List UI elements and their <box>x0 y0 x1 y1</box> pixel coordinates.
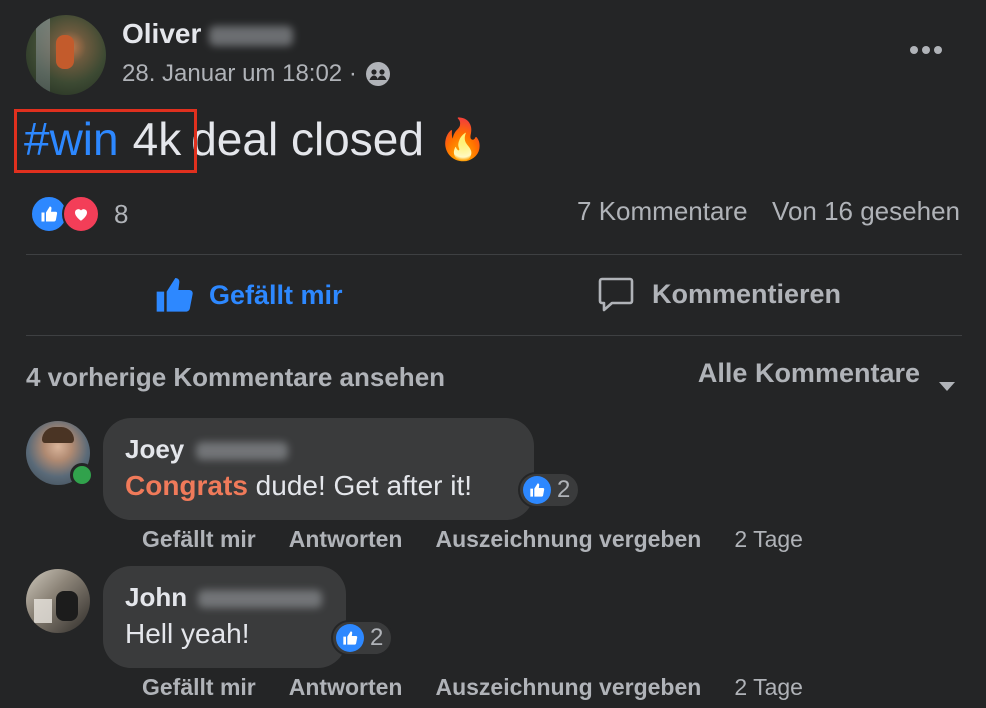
like-reaction-icon <box>336 624 364 652</box>
thumbs-up-icon <box>155 275 195 315</box>
post-timestamp[interactable]: 28. Januar um 18:02 · <box>122 60 357 88</box>
post-text: #win 4k deal closed 🔥 <box>14 109 488 173</box>
comment-age[interactable]: 2 Tage <box>734 526 803 553</box>
comment-like-badge[interactable]: 2 <box>331 620 394 656</box>
comment-like-count: 2 <box>557 476 571 503</box>
commenter-name[interactable]: Joey <box>125 434 288 465</box>
fire-emoji: 🔥 <box>437 117 488 162</box>
comments-filter-label: Alle Kommentare <box>697 358 920 388</box>
commenter-last-name-redacted <box>195 442 288 461</box>
comment-bubble-icon <box>598 275 634 313</box>
post-stats: 7 Kommentare Von 16 gesehen <box>577 196 960 227</box>
friends-icon <box>365 61 391 87</box>
view-previous-comments-link[interactable]: 4 vorherige Kommentare ansehen <box>26 362 445 393</box>
comment-highlight-word: Congrats <box>125 470 248 501</box>
comment-actions: Gefällt mir Antworten Auszeichnung verge… <box>142 526 803 553</box>
comment-bubble: John Hell yeah! <box>103 566 346 668</box>
commenter-first-name[interactable]: John <box>125 582 187 612</box>
comment-text: Hell yeah! <box>125 618 250 649</box>
comment-reply-action[interactable]: Antworten <box>289 526 403 553</box>
comment-like-action[interactable]: Gefällt mir <box>142 526 256 553</box>
online-status-dot <box>70 463 94 487</box>
more-horizontal-icon[interactable] <box>906 40 946 60</box>
commenter-first-name[interactable]: Joey <box>125 434 184 464</box>
comment-actions: Gefällt mir Antworten Auszeichnung verge… <box>142 674 803 701</box>
comment-like-action[interactable]: Gefällt mir <box>142 674 256 701</box>
reactions-summary[interactable]: 8 <box>30 195 128 233</box>
commenter-name[interactable]: John <box>125 582 323 613</box>
author-name[interactable]: Oliver <box>122 18 294 50</box>
comment-bubble: Joey Congrats dude! Get after it! <box>103 418 534 520</box>
author-last-name-redacted <box>209 25 294 46</box>
comment-age[interactable]: 2 Tage <box>734 674 803 701</box>
commenter-last-name-redacted <box>198 590 323 609</box>
like-button-label: Gefällt mir <box>209 279 343 310</box>
divider-top <box>26 254 962 255</box>
comment-reply-action[interactable]: Antworten <box>289 674 403 701</box>
author-first-name[interactable]: Oliver <box>122 18 201 49</box>
reactions-count: 8 <box>114 198 129 229</box>
comments-filter-dropdown[interactable]: Alle Kommentare <box>697 358 956 391</box>
caret-down-icon <box>938 368 956 391</box>
like-reaction-icon <box>523 476 551 504</box>
divider-bottom <box>26 335 962 336</box>
comment-award-action[interactable]: Auszeichnung vergeben <box>435 674 701 701</box>
comment-text: Congrats dude! Get after it! <box>125 470 472 502</box>
seen-by-link[interactable]: Von 16 gesehen <box>772 196 960 226</box>
comment-body: dude! Get after it! <box>247 470 473 501</box>
love-reaction-icon <box>62 195 100 233</box>
comment-like-badge[interactable]: 2 <box>518 472 581 508</box>
comment-award-action[interactable]: Auszeichnung vergeben <box>435 526 701 553</box>
like-button[interactable]: Gefällt mir <box>155 275 343 315</box>
post-meta: 28. Januar um 18:02 · <box>122 60 391 88</box>
comment-button-label: Kommentieren <box>652 278 842 309</box>
comment-like-count: 2 <box>370 624 384 651</box>
author-avatar[interactable] <box>26 15 106 95</box>
highlight-box <box>14 109 197 173</box>
commenter-avatar[interactable] <box>26 569 90 633</box>
post-text-body: deal closed <box>191 113 424 165</box>
comment-button[interactable]: Kommentieren <box>598 275 841 313</box>
comments-count-link[interactable]: 7 Kommentare <box>577 196 748 226</box>
